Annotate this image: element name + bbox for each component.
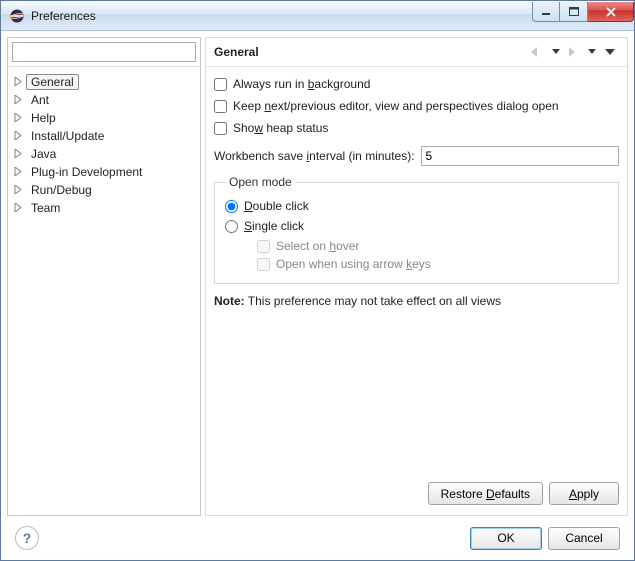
app-icon [9, 8, 25, 24]
open-mode-legend: Open mode [225, 175, 296, 189]
checkbox-label: Keep next/previous editor, view and pers… [233, 99, 559, 113]
help-button[interactable]: ? [15, 526, 39, 550]
forward-button[interactable] [565, 44, 583, 60]
tree-item-label: Help [26, 110, 61, 126]
preference-tree[interactable]: General Ant Help Install/Update [8, 67, 200, 515]
select-on-hover-checkbox: Select on hover [257, 237, 608, 255]
checkbox-label: Open when using arrow keys [276, 257, 431, 271]
tree-item-label: Install/Update [26, 128, 109, 144]
double-click-radio[interactable]: Double click [225, 197, 608, 215]
tree-item-plugin-dev[interactable]: Plug-in Development [12, 163, 196, 181]
select-on-hover-input [257, 240, 270, 253]
tree-item-general[interactable]: General [12, 73, 196, 91]
open-arrow-keys-checkbox: Open when using arrow keys [257, 255, 608, 273]
tree-item-label: Ant [26, 92, 54, 108]
tree-item-label: General [26, 74, 79, 90]
content-pane: General Always run in background Keep ne… [205, 37, 628, 516]
back-button[interactable] [529, 44, 547, 60]
tree-item-java[interactable]: Java [12, 145, 196, 163]
titlebar[interactable]: Preferences [1, 1, 634, 31]
minimize-button[interactable] [532, 2, 560, 22]
always-run-bg-input[interactable] [214, 78, 227, 91]
content-body: Always run in background Keep next/previ… [206, 67, 627, 476]
open-arrow-keys-input [257, 258, 270, 271]
tree-item-install-update[interactable]: Install/Update [12, 127, 196, 145]
radio-label: Double click [244, 199, 309, 213]
tree-item-label: Team [26, 200, 65, 216]
cancel-button[interactable]: Cancel [548, 527, 620, 550]
window-controls [532, 2, 634, 22]
keep-editors-input[interactable] [214, 100, 227, 113]
expand-icon[interactable] [14, 149, 23, 158]
save-interval-label: Workbench save interval (in minutes): [214, 149, 415, 163]
tree-item-team[interactable]: Team [12, 199, 196, 217]
filter-box [8, 38, 200, 67]
page-title: General [214, 45, 529, 59]
expand-icon[interactable] [14, 185, 23, 194]
expand-icon[interactable] [14, 167, 23, 176]
sidebar: General Ant Help Install/Update [7, 37, 201, 516]
checkbox-label: Always run in background [233, 77, 370, 91]
keep-editors-checkbox[interactable]: Keep next/previous editor, view and pers… [214, 97, 619, 115]
back-menu-button[interactable] [547, 44, 565, 60]
tree-item-label: Plug-in Development [26, 164, 147, 180]
ok-button[interactable]: OK [470, 527, 542, 550]
save-interval-row: Workbench save interval (in minutes): [214, 145, 619, 167]
single-click-radio[interactable]: Single click [225, 217, 608, 235]
double-click-input[interactable] [225, 200, 238, 213]
checkbox-label: Select on hover [276, 239, 359, 253]
filter-input[interactable] [12, 42, 196, 62]
forward-menu-button[interactable] [583, 44, 601, 60]
note-text: Note: This preference may not take effec… [214, 294, 619, 308]
tree-item-label: Run/Debug [26, 182, 97, 198]
content-header: General [206, 38, 627, 67]
tree-item-run-debug[interactable]: Run/Debug [12, 181, 196, 199]
window-title: Preferences [31, 9, 532, 23]
show-heap-checkbox[interactable]: Show heap status [214, 119, 619, 137]
tree-item-ant[interactable]: Ant [12, 91, 196, 109]
checkbox-label: Show heap status [233, 121, 328, 135]
view-menu-button[interactable] [601, 44, 619, 60]
maximize-button[interactable] [560, 2, 588, 22]
save-interval-input[interactable] [421, 146, 619, 166]
client-area: General Ant Help Install/Update [1, 31, 634, 560]
show-heap-input[interactable] [214, 122, 227, 135]
close-button[interactable] [588, 2, 634, 22]
always-run-bg-checkbox[interactable]: Always run in background [214, 75, 619, 93]
tree-item-help[interactable]: Help [12, 109, 196, 127]
expand-icon[interactable] [14, 113, 23, 122]
open-mode-group: Open mode Double click Single click Sele… [214, 175, 619, 284]
restore-defaults-button[interactable]: Restore Defaults [428, 482, 543, 505]
apply-button[interactable]: Apply [549, 482, 619, 505]
content-footer: Restore Defaults Apply [206, 476, 627, 515]
single-click-input[interactable] [225, 220, 238, 233]
tree-item-label: Java [26, 146, 61, 162]
expand-icon[interactable] [14, 95, 23, 104]
expand-icon[interactable] [14, 203, 23, 212]
expand-icon[interactable] [14, 131, 23, 140]
preferences-window: Preferences General Ant [0, 0, 635, 561]
expand-icon[interactable] [14, 77, 23, 86]
dialog-button-bar: ? OK Cancel [5, 518, 630, 560]
radio-label: Single click [244, 219, 304, 233]
